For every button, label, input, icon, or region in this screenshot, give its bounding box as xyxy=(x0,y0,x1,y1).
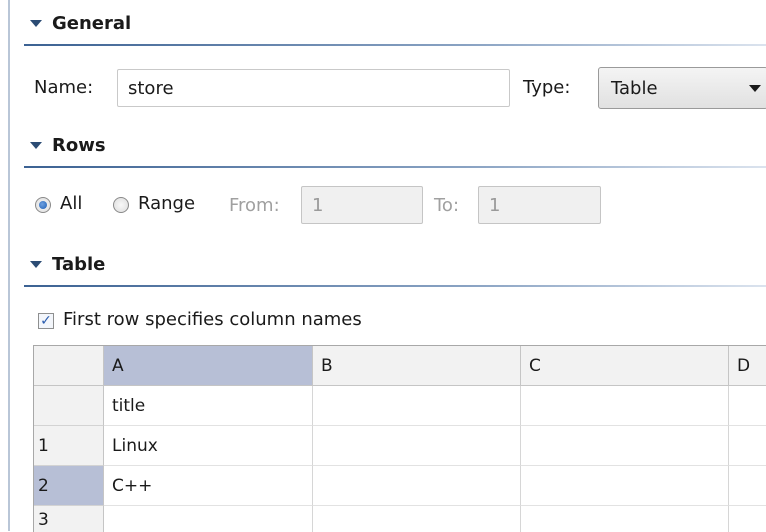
triangle-down-icon xyxy=(30,141,42,149)
table-cell[interactable]: C++ xyxy=(104,466,313,506)
name-input[interactable]: store xyxy=(117,69,510,107)
triangle-down-icon xyxy=(30,19,42,27)
check-icon: ✓ xyxy=(40,313,52,329)
table-cell[interactable] xyxy=(521,466,729,506)
first-row-checkbox[interactable]: ✓ xyxy=(38,313,54,329)
table-cell[interactable] xyxy=(521,506,729,532)
table-cell[interactable] xyxy=(313,466,521,506)
table-cell[interactable] xyxy=(729,506,766,532)
radio-range-label[interactable]: Range xyxy=(138,193,195,214)
table-cell[interactable] xyxy=(313,386,521,426)
from-label: From: xyxy=(229,195,280,216)
table-cell[interactable] xyxy=(104,506,313,532)
row-header[interactable] xyxy=(34,386,104,426)
column-header-d[interactable]: D xyxy=(729,346,766,386)
panel-left-border xyxy=(0,0,10,531)
radio-all[interactable] xyxy=(35,197,51,213)
column-header-a[interactable]: A xyxy=(104,346,313,386)
table-cell[interactable]: Linux xyxy=(104,426,313,466)
row-header[interactable]: 2 xyxy=(34,466,104,506)
from-input[interactable]: 1 xyxy=(301,186,423,224)
table-cell[interactable] xyxy=(521,386,729,426)
table-cell[interactable]: title xyxy=(104,386,313,426)
radio-range[interactable] xyxy=(113,197,129,213)
data-grid[interactable]: A B C D title 1 Linux 2 C++ 3 xyxy=(33,345,766,532)
table-cell[interactable] xyxy=(729,386,766,426)
radio-all-label[interactable]: All xyxy=(60,193,82,214)
row-header[interactable]: 3 xyxy=(34,506,104,532)
table-cell[interactable] xyxy=(729,466,766,506)
table-cell[interactable] xyxy=(313,426,521,466)
table-cell[interactable] xyxy=(313,506,521,532)
name-label: Name: xyxy=(34,77,94,98)
section-table-divider xyxy=(24,285,766,287)
type-dropdown-value: Table xyxy=(611,77,658,99)
chevron-down-icon xyxy=(749,85,761,92)
to-input[interactable]: 1 xyxy=(478,186,601,224)
section-rows-divider xyxy=(24,166,766,168)
first-row-label[interactable]: First row specifies column names xyxy=(63,309,362,330)
grid-corner[interactable] xyxy=(34,346,104,386)
section-general-title: General xyxy=(52,12,132,34)
column-header-b[interactable]: B xyxy=(313,346,521,386)
section-table-header[interactable]: Table xyxy=(24,250,766,278)
type-dropdown[interactable]: Table xyxy=(598,67,766,109)
triangle-down-icon xyxy=(30,260,42,268)
row-header[interactable]: 1 xyxy=(34,426,104,466)
section-general-divider xyxy=(24,44,766,46)
table-cell[interactable] xyxy=(729,426,766,466)
table-cell[interactable] xyxy=(521,426,729,466)
section-rows-title: Rows xyxy=(52,134,106,156)
section-table-title: Table xyxy=(52,253,106,275)
section-general-header[interactable]: General xyxy=(24,9,766,37)
name-input-value: store xyxy=(128,77,174,99)
type-label: Type: xyxy=(523,77,571,98)
section-rows-header[interactable]: Rows xyxy=(24,131,766,159)
to-input-value: 1 xyxy=(489,194,501,216)
from-input-value: 1 xyxy=(312,194,324,216)
column-header-c[interactable]: C xyxy=(521,346,729,386)
to-label: To: xyxy=(434,195,460,216)
